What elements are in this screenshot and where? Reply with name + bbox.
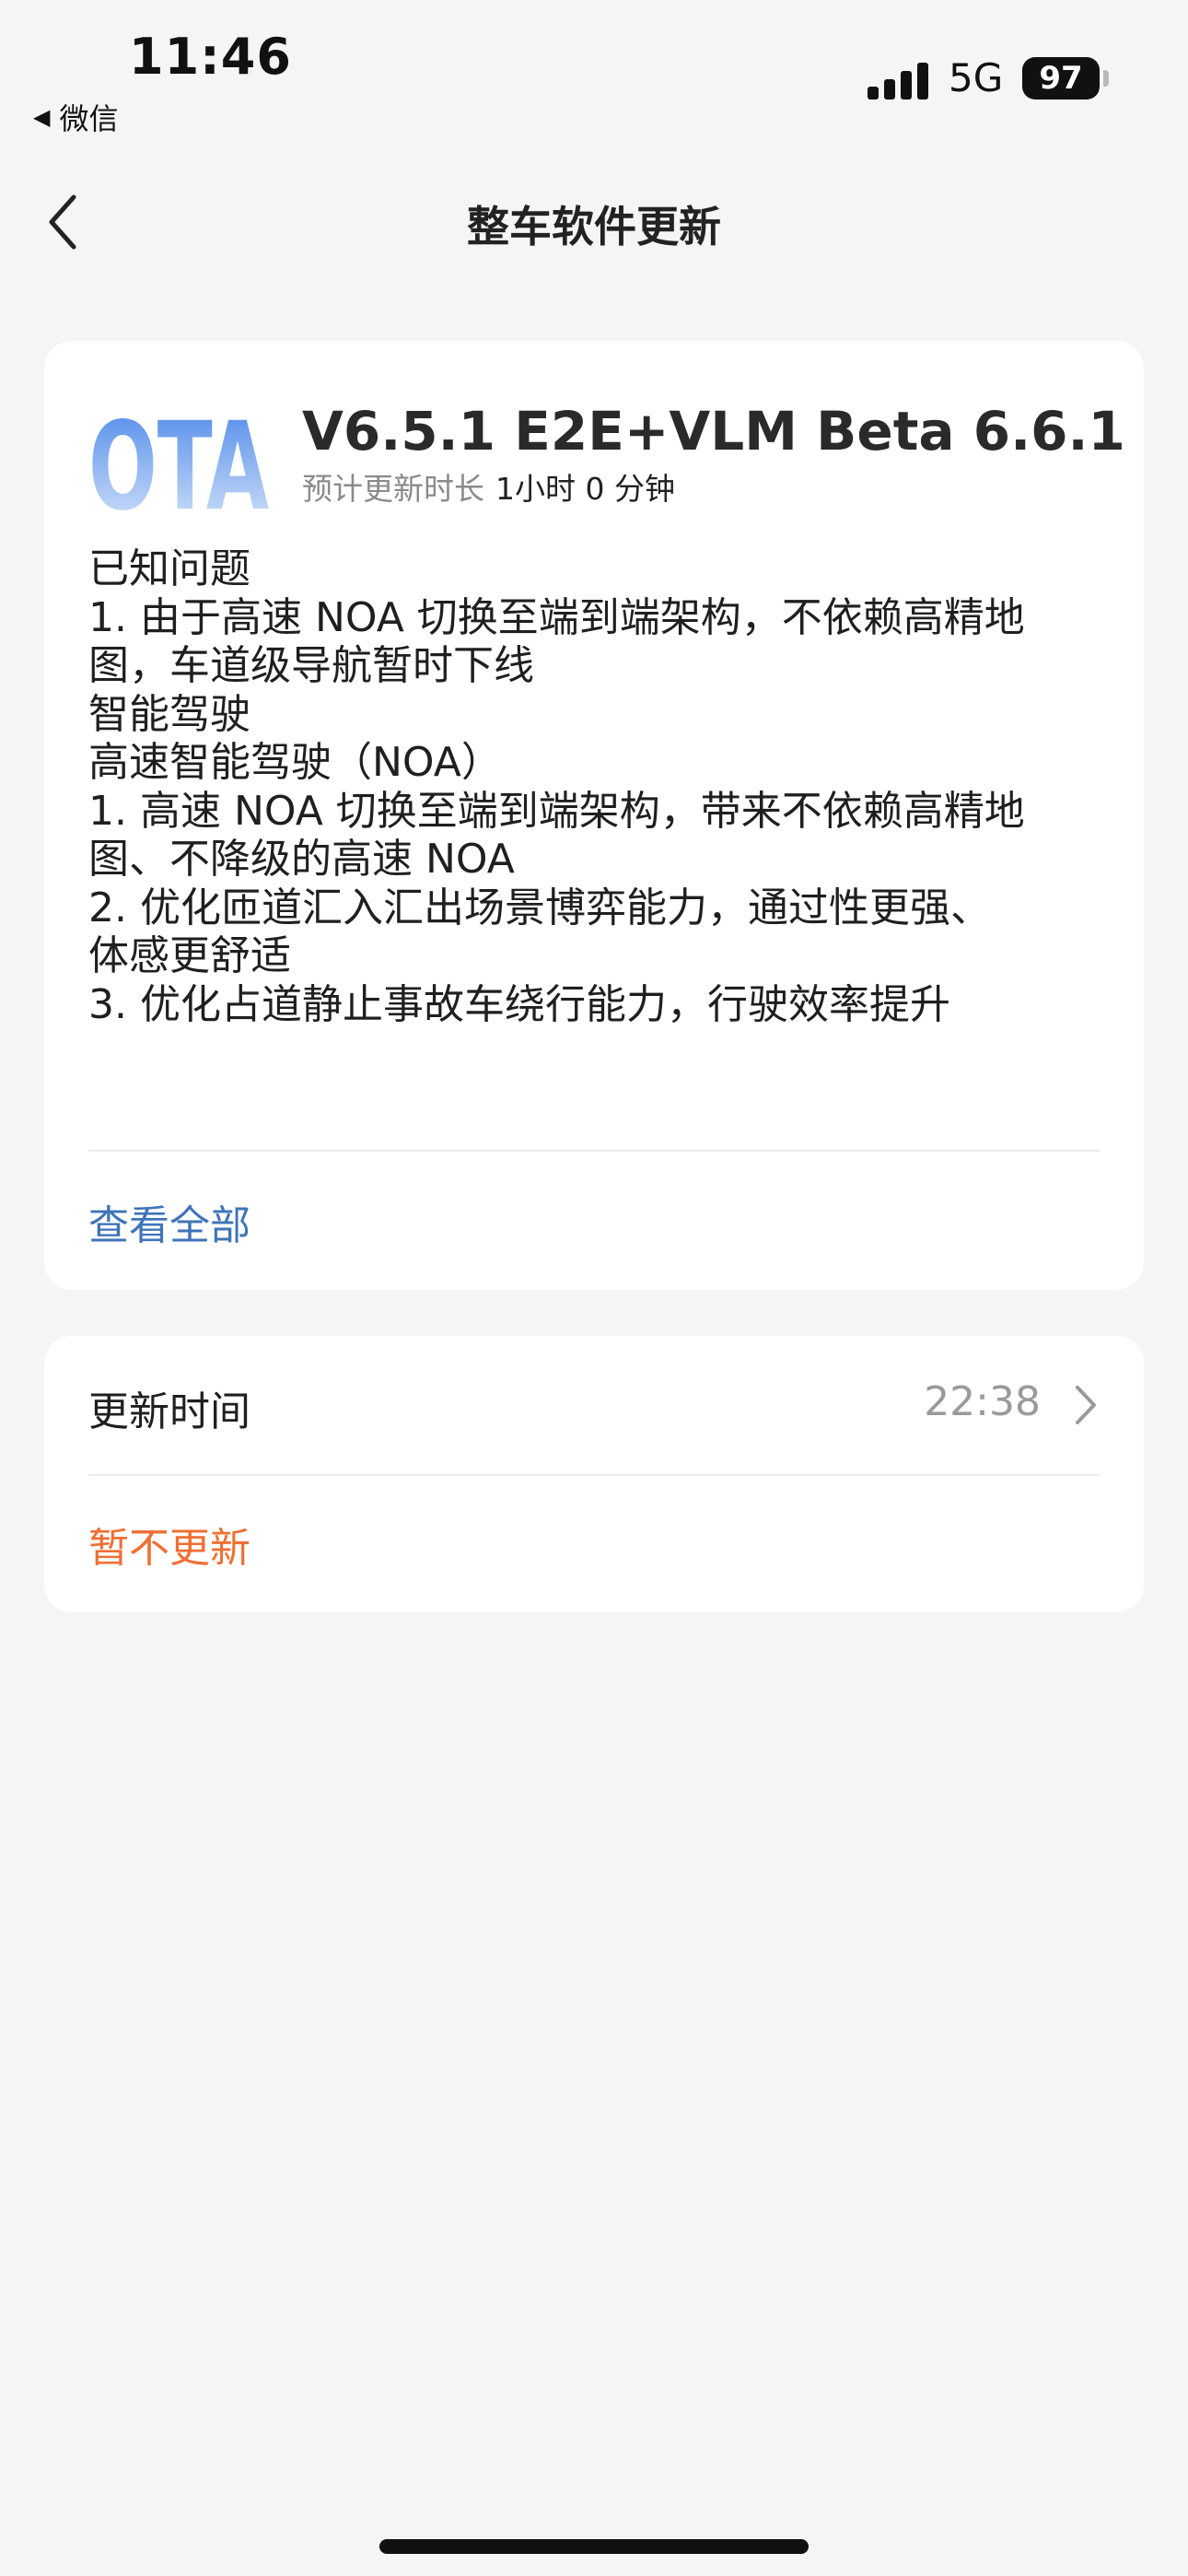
view-all-link[interactable]: 查看全部 xyxy=(88,1192,250,1251)
update-time-row[interactable]: 更新时间 22:38 xyxy=(44,1336,1144,1474)
release-notes: 已知问题 1. 由于高速 NOA 切换至端到端架构，不依赖高精地 图，车道级导航… xyxy=(88,545,1111,1029)
back-triangle-icon: ◀ xyxy=(33,104,51,130)
release-note-line: 已知问题 xyxy=(88,545,250,592)
return-app-label: 微信 xyxy=(59,101,119,136)
update-time-label: 更新时间 xyxy=(88,1388,250,1435)
release-note-line: 2. 优化匝道汇入汇出场景博弈能力，通过性更强、 xyxy=(88,884,991,931)
release-note-line: 图，车道级导航暂时下线 xyxy=(88,642,534,689)
divider xyxy=(88,1474,1100,1476)
release-note-line: 高速智能驾驶（NOA） xyxy=(88,739,502,786)
duration-label: 预计更新时长 xyxy=(302,471,484,507)
version-title: V6.5.1 E2E+VLM Beta 6.6.1 xyxy=(302,400,1125,463)
status-time: 11:46 xyxy=(129,28,292,86)
update-time-value: 22:38 xyxy=(924,1378,1041,1425)
page-title: 整车软件更新 xyxy=(467,202,721,252)
duration-value: 1小时 0 分钟 xyxy=(495,471,675,507)
release-note-line: 体感更舒适 xyxy=(88,932,291,979)
release-note-line: 图、不降级的高速 NOA xyxy=(88,836,515,883)
network-type: 5G xyxy=(949,55,1004,100)
battery-icon: 97 xyxy=(1022,57,1100,100)
ota-logo: OTA xyxy=(88,400,269,520)
return-to-wechat-link[interactable]: ◀ 微信 xyxy=(33,96,118,138)
release-note-line: 3. 优化占道静止事故车绕行能力，行驶效率提升 xyxy=(88,980,950,1028)
duration-row: 预计更新时长 1小时 0 分钟 xyxy=(302,464,675,509)
release-note-line: 智能驾驶 xyxy=(88,690,250,738)
divider xyxy=(88,1150,1100,1152)
battery-level: 97 xyxy=(1039,60,1083,97)
release-note-line: 1. 高速 NOA 切换至端到端架构，带来不依赖高精地 xyxy=(88,787,1025,835)
chevron-right-icon xyxy=(1076,1386,1096,1424)
cellular-signal-icon xyxy=(868,59,930,100)
release-note-line: 1. 由于高速 NOA 切换至端到端架构，不依赖高精地 xyxy=(88,593,1025,641)
ota-logo-text: OTA xyxy=(88,400,269,520)
skip-update-button[interactable]: 暂不更新 xyxy=(88,1515,250,1574)
battery-cap xyxy=(1103,70,1109,87)
schedule-card: 更新时间 22:38 暂不更新 xyxy=(44,1336,1144,1612)
update-details-card: OTA V6.5.1 E2E+VLM Beta 6.6.1 预计更新时长 1小时… xyxy=(44,341,1144,1290)
home-indicator[interactable] xyxy=(379,2539,809,2554)
